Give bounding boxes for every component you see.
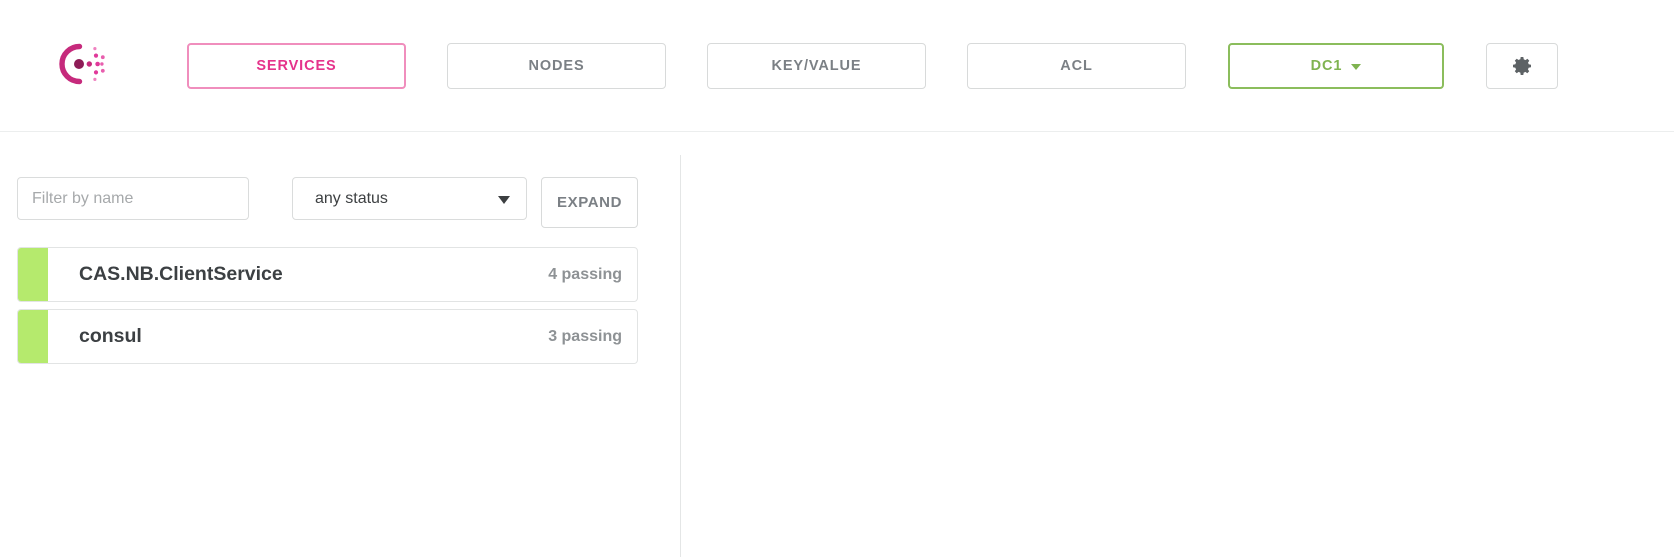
health-status-bar <box>18 248 48 301</box>
nav-tab-key-value-label: KEY/VALUE <box>771 58 862 74</box>
datacenter-selector[interactable]: DC1 <box>1228 43 1444 89</box>
service-list-item[interactable]: consul 3 passing <box>17 309 638 364</box>
gear-icon <box>1513 57 1531 75</box>
caret-down-icon <box>498 195 510 204</box>
service-list-item[interactable]: CAS.NB.ClientService 4 passing <box>17 247 638 302</box>
service-health-count: 4 passing <box>548 265 622 283</box>
consul-logo[interactable] <box>58 42 106 86</box>
service-health-count: 3 passing <box>548 327 622 345</box>
consul-ui-page: SERVICES NODES KEY/VALUE ACL DC1 Filter … <box>0 0 1674 557</box>
nav-tab-services-label: SERVICES <box>256 58 337 74</box>
column-divider <box>680 155 681 557</box>
datacenter-label: DC1 <box>1310 58 1343 74</box>
service-name: consul <box>79 325 142 347</box>
nav-tab-acl-label: ACL <box>1060 58 1093 74</box>
service-list: CAS.NB.ClientService 4 passing consul 3 … <box>17 247 638 371</box>
expand-button[interactable]: EXPAND <box>541 177 638 228</box>
nav-tab-acl[interactable]: ACL <box>967 43 1186 89</box>
nav-tab-nodes-label: NODES <box>528 58 585 74</box>
main-content: any status EXPAND CAS.NB.ClientService 4… <box>0 133 1674 557</box>
service-name: CAS.NB.ClientService <box>79 263 283 285</box>
status-filter-value: any status <box>315 189 388 207</box>
expand-button-label: EXPAND <box>557 194 622 211</box>
nav-tab-nodes[interactable]: NODES <box>447 43 666 89</box>
settings-button[interactable] <box>1486 43 1558 89</box>
filter-toolbar: any status EXPAND <box>0 133 680 233</box>
nav-tab-services[interactable]: SERVICES <box>187 43 406 89</box>
status-filter-select[interactable]: any status <box>292 177 527 220</box>
filter-by-name-input[interactable] <box>17 177 249 220</box>
nav-tab-key-value[interactable]: KEY/VALUE <box>707 43 926 89</box>
app-header: SERVICES NODES KEY/VALUE ACL DC1 <box>0 0 1674 132</box>
health-status-bar <box>18 310 48 363</box>
chevron-down-icon <box>1351 64 1362 70</box>
